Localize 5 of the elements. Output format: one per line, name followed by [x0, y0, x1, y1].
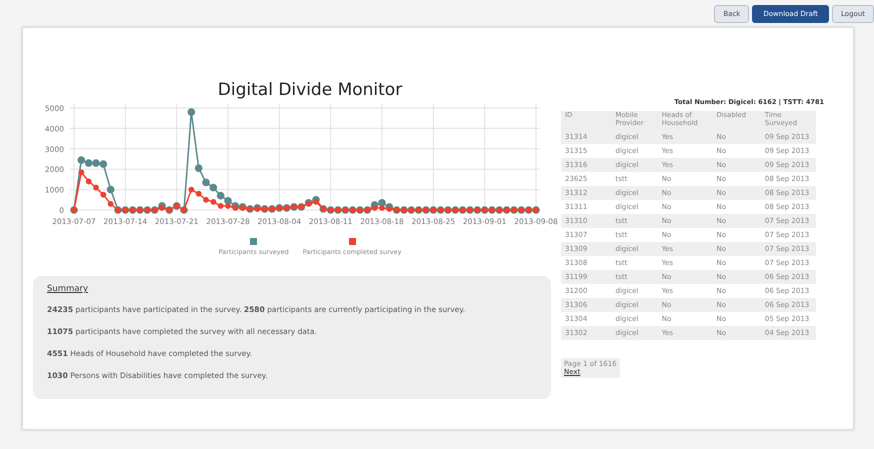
- data-point: [78, 169, 84, 176]
- data-point: [188, 108, 196, 116]
- chart-title: Digital Divide Monitor: [218, 80, 402, 100]
- data-point: [194, 164, 202, 172]
- summary-heading: Summary: [47, 284, 90, 294]
